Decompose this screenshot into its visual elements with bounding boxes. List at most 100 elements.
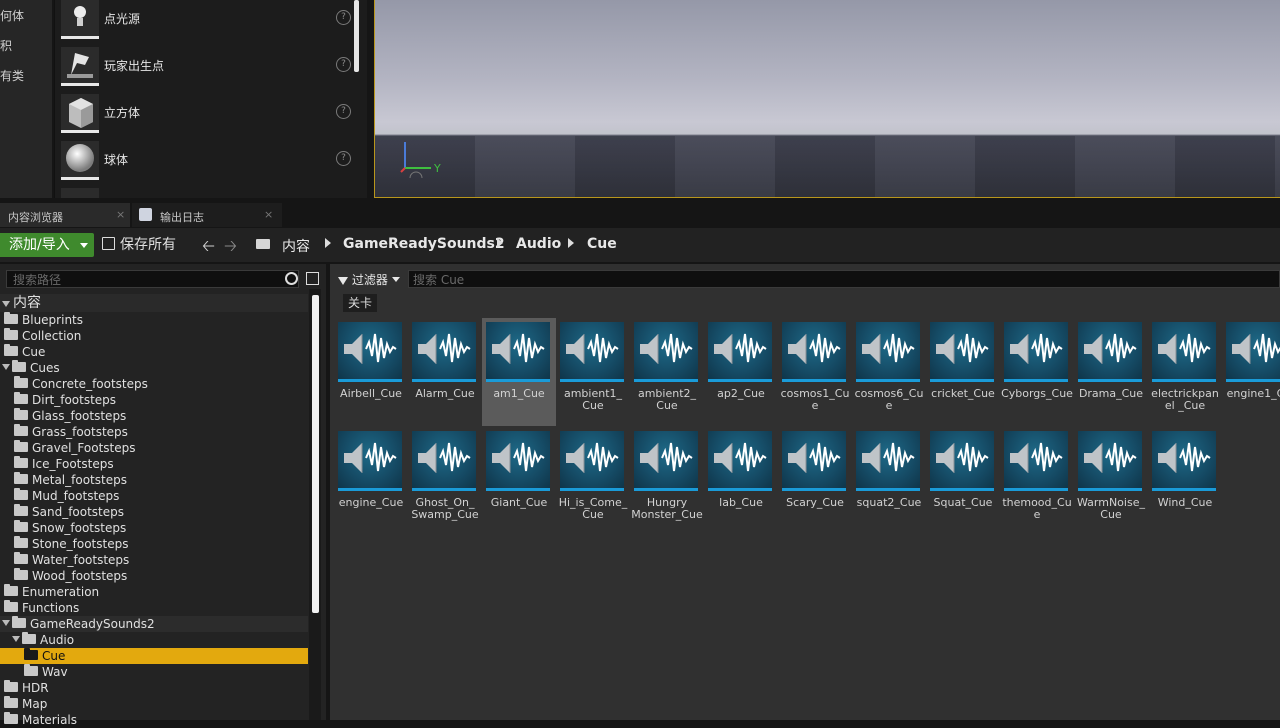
filter-button[interactable]: 过滤器 [338,271,400,288]
asset-tile[interactable]: Squat_Cue [926,427,1000,535]
breadcrumb-separator[interactable] [568,238,574,248]
asset-tile[interactable]: squat2_Cue [852,427,926,535]
tree-folder-row[interactable]: Dirt_footsteps [0,392,308,408]
expand-arrow-icon[interactable] [2,301,10,307]
breadcrumb-audio[interactable]: Audio [516,236,561,252]
tree-folder-row[interactable]: Gravel_Footsteps [0,440,308,456]
asset-tile[interactable]: ambient1_ Cue [556,318,630,426]
folder-icon [4,584,18,596]
asset-tile[interactable]: Ghost_On_ Swamp_Cue [408,427,482,535]
breadcrumb-separator[interactable] [325,238,331,248]
asset-tile[interactable]: Scary_Cue [778,427,852,535]
add-import-button[interactable]: 添加/导入 [0,233,94,257]
path-search-input[interactable]: 搜索路径 [6,270,299,288]
asset-search-input[interactable]: 搜索 Cue [408,270,1280,288]
tree-folder-row[interactable]: Ice_Footsteps [0,456,308,472]
expand-arrow-icon[interactable] [2,620,10,626]
tree-folder-row[interactable]: Stone_footsteps [0,536,308,552]
asset-tile[interactable]: Wind_Cue [1148,427,1222,535]
breadcrumb-content[interactable]: 内容 [282,236,310,256]
tree-folder-row[interactable]: Metal_footsteps [0,472,308,488]
tab-output-log[interactable]: 输出日志 × [132,203,282,227]
asset-tile[interactable]: Hi_is_Come_ Cue [556,427,630,535]
breadcrumb-cue[interactable]: Cue [587,236,617,252]
tree-folder-row[interactable]: Materials [0,712,308,728]
asset-tile[interactable]: Giant_Cue [482,427,556,535]
tree-scrollbar-thumb[interactable] [312,295,319,613]
close-icon[interactable]: × [116,208,125,221]
search-icon[interactable] [285,272,298,285]
actor-list-scrollbar[interactable] [354,0,359,72]
asset-tile[interactable]: Airbell_Cue [334,318,408,426]
tree-folder-row[interactable]: Cue [0,344,308,360]
asset-name: electrickpanel _Cue [1151,387,1219,412]
tree-folder-row[interactable]: Audio [0,632,308,648]
tree-label: Wood_footsteps [32,569,128,583]
tree-folder-row[interactable]: Mud_footsteps [0,488,308,504]
asset-tile[interactable]: cricket_Cue [926,318,1000,426]
tree-folder-row[interactable]: Wood_footsteps [0,568,308,584]
breadcrumb-separator[interactable] [497,238,503,248]
tree-folder-row[interactable]: Glass_footsteps [0,408,308,424]
actor-item-point-light[interactable]: 点光源 ? [61,0,351,46]
tree-label: Materials [22,713,78,727]
view-options-icon[interactable] [306,272,319,285]
tree-label: HDR [22,681,49,695]
tree-folder-row[interactable]: Map [0,696,308,712]
tree-folder-row[interactable]: Concrete_footsteps [0,376,308,392]
tab-content-browser[interactable]: 内容浏览器 × [0,203,130,227]
actor-item-player-start[interactable]: 玩家出生点 ? [61,47,351,93]
level-filter-chip[interactable]: 关卡 [343,294,378,312]
actor-item-sphere[interactable]: 球体 ? [61,141,351,187]
actor-item-cube[interactable]: 立方体 ? [61,94,351,140]
tree-folder-row[interactable]: Collection [0,328,308,344]
tree-folder-row[interactable]: Blueprints [0,312,308,328]
save-all-button[interactable]: 保存所有 [102,233,176,257]
tree-folder-row[interactable]: Sand_footsteps [0,504,308,520]
folder-icon [14,488,28,500]
forward-arrow-icon[interactable]: 🡢 [224,235,237,262]
asset-tile[interactable]: cosmos6_Cue [852,318,926,426]
asset-tile[interactable]: Hungry Monster_Cue [630,427,704,535]
expand-arrow-icon[interactable] [12,636,20,642]
asset-name: lab_Cue [719,496,763,509]
tree-folder-row[interactable]: Functions [0,600,308,616]
category-volumes[interactable]: 积 [0,37,12,54]
level-viewport[interactable]: Y [374,0,1280,198]
sound-cue-icon [486,322,550,382]
asset-tile[interactable]: am1_Cue [482,318,556,426]
tree-folder-row[interactable]: Water_footsteps [0,552,308,568]
asset-tile[interactable]: ap2_Cue [704,318,778,426]
help-icon[interactable]: ? [336,104,351,119]
asset-tile[interactable]: lab_Cue [704,427,778,535]
asset-tile[interactable]: electrickpanel _Cue [1148,318,1222,426]
help-icon[interactable]: ? [336,57,351,72]
close-icon[interactable]: × [264,208,273,221]
tree-folder-row[interactable]: Snow_footsteps [0,520,308,536]
tree-folder-row[interactable]: Cues [0,360,308,376]
tree-folder-row[interactable]: Grass_footsteps [0,424,308,440]
asset-tile[interactable]: engine1_Cu [1222,318,1280,426]
tree-folder-row[interactable]: Enumeration [0,584,308,600]
back-arrow-icon[interactable]: 🡠 [202,235,215,262]
help-icon[interactable]: ? [336,151,351,166]
asset-tile[interactable]: Drama_Cue [1074,318,1148,426]
tree-root-content[interactable]: 内容 [0,294,308,312]
asset-tile[interactable]: cosmos1_Cue [778,318,852,426]
tree-folder-row[interactable]: Cue [0,648,308,664]
breadcrumb-gamereadysounds2[interactable]: GameReadySounds2 [343,236,505,252]
asset-tile[interactable]: Alarm_Cue [408,318,482,426]
asset-tile[interactable]: engine_Cue [334,427,408,535]
asset-tile[interactable]: WarmNoise_ Cue [1074,427,1148,535]
tree-folder-row[interactable]: GameReadySounds2 [0,616,308,632]
asset-tile[interactable]: Cyborgs_Cue [1000,318,1074,426]
tree-folder-row[interactable]: Wav [0,664,308,680]
asset-tile[interactable]: themood_Cue [1000,427,1074,535]
category-all-classes[interactable]: 有类 [0,67,24,84]
category-geometry[interactable]: 何体 [0,7,24,24]
help-icon[interactable]: ? [336,10,351,25]
asset-tile[interactable]: ambient2_ Cue [630,318,704,426]
expand-arrow-icon[interactable] [2,364,10,370]
asset-name: Cyborgs_Cue [1001,387,1073,400]
tree-folder-row[interactable]: HDR [0,680,308,696]
